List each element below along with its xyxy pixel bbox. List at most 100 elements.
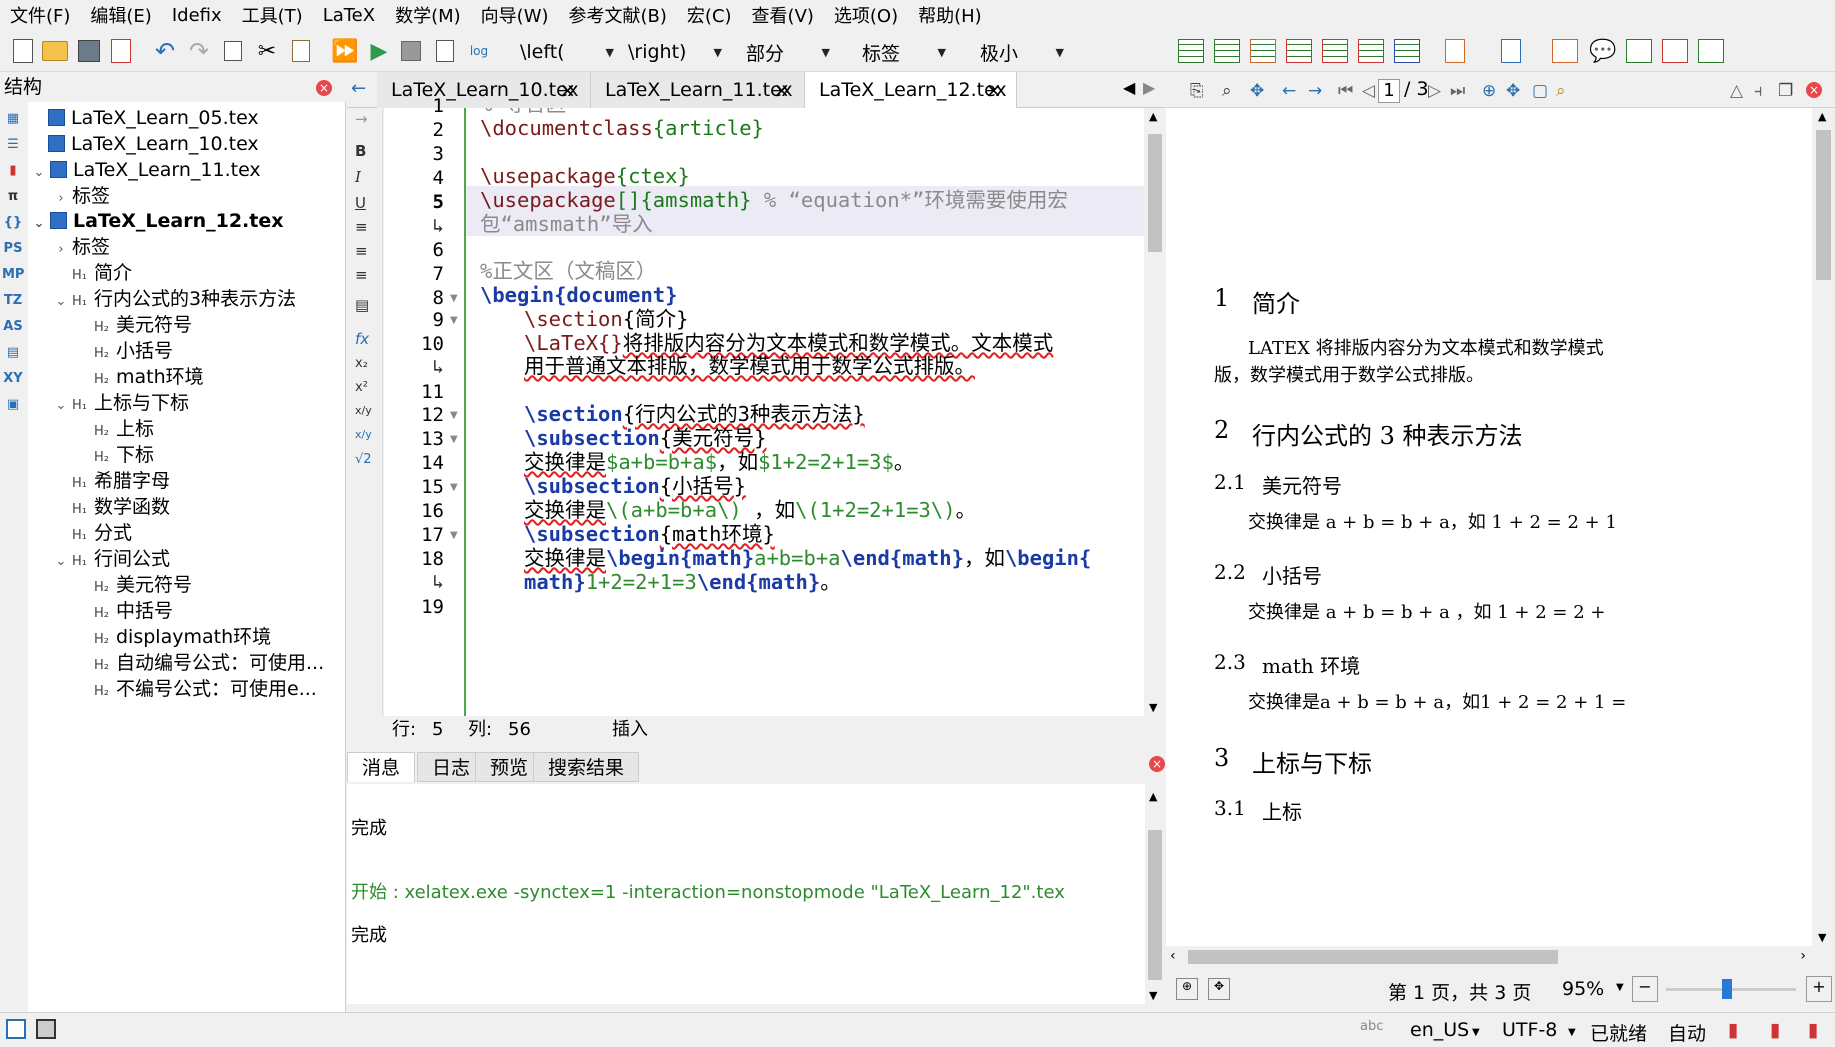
align-left-icon[interactable]: ≡ <box>355 218 368 236</box>
editor-scrollbar[interactable]: ▲ ▼ <box>1145 108 1165 716</box>
zoom-out-icon[interactable]: − <box>1632 976 1658 1002</box>
scrollbar-thumb[interactable] <box>1148 830 1162 980</box>
save-icon[interactable] <box>74 36 104 66</box>
bookmark-icon[interactable]: ▮ <box>1808 1019 1818 1041</box>
tree-file-item[interactable]: LaTeX_Learn_05.tex <box>48 105 259 131</box>
forward-arrow-icon[interactable]: → <box>355 110 368 128</box>
menu-tools[interactable]: 工具(T) <box>232 2 313 28</box>
tree-subsection[interactable]: H₂ 美元符号 <box>94 572 192 598</box>
tab-search-results[interactable]: 搜索结果 <box>533 752 640 782</box>
view-pdf-icon[interactable] <box>430 36 460 66</box>
collapse-icon[interactable]: △ <box>1730 81 1743 101</box>
zoom-icon[interactable]: ⊕ <box>1482 81 1496 101</box>
text-block-icon[interactable] <box>1696 36 1726 66</box>
pdf-vertical-scrollbar[interactable]: ▲ ▼ <box>1812 108 1835 946</box>
chevron-down-icon[interactable]: ⌄ <box>28 160 50 186</box>
scrollbar-thumb[interactable] <box>1816 130 1831 280</box>
fraction-icon[interactable]: x/y <box>355 404 372 417</box>
outline-icon[interactable]: ☰ <box>2 137 24 152</box>
tree-file-item[interactable]: ⌄ LaTeX_Learn_12.tex <box>28 208 284 234</box>
scroll-down-icon[interactable]: ▼ <box>1149 701 1157 714</box>
menu-bibliography[interactable]: 参考文献(B) <box>559 2 677 28</box>
zoom-level[interactable]: 95% <box>1562 978 1604 1000</box>
tree-file-item[interactable]: ⌄ LaTeX_Learn_11.tex <box>28 157 261 183</box>
align-right-icon[interactable]: ≡ <box>355 266 368 284</box>
window-icon[interactable]: ⫞ <box>1754 81 1763 101</box>
tree-subsection[interactable]: H₂ 上标 <box>94 416 154 442</box>
close-icon[interactable]: × <box>559 72 576 108</box>
prev-page-icon[interactable]: ◁ <box>1362 81 1375 101</box>
text-block-icon[interactable] <box>1550 36 1580 66</box>
right-delimiter-select[interactable]: \right) ▼ <box>620 38 726 66</box>
copy-icon[interactable] <box>218 36 248 66</box>
undo-icon[interactable]: ↶ <box>150 36 180 66</box>
table-icon[interactable] <box>1284 36 1314 66</box>
bookmark-icon[interactable]: ▮ <box>2 163 24 178</box>
fold-triangle-icon[interactable]: ▼ <box>450 482 458 493</box>
redo-icon[interactable]: ↷ <box>184 36 214 66</box>
document-icon[interactable] <box>1496 36 1526 66</box>
tree-section[interactable]: ⌄ H₁ 行内公式的3种表示方法 <box>50 286 297 312</box>
table-icon[interactable] <box>1176 36 1206 66</box>
compile-icon[interactable]: ▶ <box>364 36 394 66</box>
log-icon[interactable]: log <box>464 36 494 66</box>
restore-icon[interactable]: ❐ <box>1778 81 1793 101</box>
symbol-icon[interactable]: ▤ <box>2 345 24 360</box>
tz-icon[interactable]: TZ <box>2 293 24 308</box>
toggle-messages-icon[interactable] <box>36 1019 56 1039</box>
tree-label-group[interactable]: › 标签 <box>50 234 110 260</box>
text-block-icon[interactable] <box>1660 36 1690 66</box>
search-icon[interactable]: ⌕ <box>1222 81 1232 101</box>
tree-section[interactable]: H₁ 数学函数 <box>72 494 170 520</box>
fit-page-icon[interactable]: ▢ <box>1532 81 1548 101</box>
tab-file-active[interactable]: LaTeX_Learn_12.tex × <box>805 72 1017 108</box>
scroll-up-icon[interactable]: ▲ <box>1149 110 1157 123</box>
code-editor[interactable]: % 导言区 \documentclass{article} \usepackag… <box>464 108 1144 716</box>
comment-icon[interactable]: 💬 <box>1588 36 1618 66</box>
menu-edit[interactable]: 编辑(E) <box>80 2 161 28</box>
fold-triangle-icon[interactable]: ▼ <box>450 293 458 304</box>
tree-subsection[interactable]: H₂ 自动编号公式：可使用... <box>94 650 324 676</box>
fold-triangle-icon[interactable]: ▼ <box>450 410 458 421</box>
menu-math[interactable]: 数学(M) <box>385 2 471 28</box>
image-icon[interactable]: ▣ <box>2 397 24 412</box>
close-icon[interactable]: × <box>773 72 790 108</box>
menu-idefix[interactable]: Idefix <box>162 5 232 26</box>
superscript-icon[interactable]: x² <box>355 380 368 395</box>
scrollbar-thumb[interactable] <box>1148 134 1162 252</box>
bookmark-icon[interactable]: ▮ <box>1728 1019 1738 1041</box>
tree-subsection[interactable]: H₂ 中括号 <box>94 598 173 624</box>
scroll-left-icon[interactable]: ‹ <box>1170 948 1176 964</box>
mp-icon[interactable]: MP <box>2 267 24 282</box>
cut-icon[interactable]: ✂ <box>252 36 282 66</box>
tree-subsection[interactable]: H₂ 下标 <box>94 442 154 468</box>
next-page-icon[interactable]: ▷ <box>1428 81 1441 101</box>
table-icon[interactable] <box>1392 36 1422 66</box>
open-folder-icon[interactable] <box>40 36 70 66</box>
pi-icon[interactable]: π <box>2 189 24 204</box>
tree-section[interactable]: ⌄ H₁ 上标与下标 <box>50 390 189 416</box>
stop-icon[interactable] <box>396 36 426 66</box>
paste-icon[interactable] <box>286 36 316 66</box>
sqrt-icon[interactable]: √2 <box>355 452 372 467</box>
fit-icon[interactable]: ✥ <box>1506 81 1520 101</box>
scrollbar-thumb[interactable] <box>1188 950 1558 964</box>
table-icon[interactable] <box>1356 36 1386 66</box>
chevron-down-icon[interactable]: ⌄ <box>50 393 72 419</box>
underline-icon[interactable]: U <box>355 194 366 212</box>
document-icon[interactable] <box>1440 36 1470 66</box>
status-auto[interactable]: 自动 <box>1668 1019 1706 1046</box>
scroll-down-icon[interactable]: ▼ <box>1818 931 1826 944</box>
tree-file-item[interactable]: LaTeX_Learn_10.tex <box>48 131 259 157</box>
close-file-icon[interactable] <box>106 36 136 66</box>
tree-subsection[interactable]: H₂ 美元符号 <box>94 312 192 338</box>
text-block-icon[interactable] <box>1624 36 1654 66</box>
ps-icon[interactable]: PS <box>2 241 24 256</box>
table-icon[interactable] <box>1248 36 1278 66</box>
sync-source-icon[interactable]: ⊕ <box>1176 978 1198 1000</box>
pan-icon[interactable]: ✥ <box>1250 81 1264 101</box>
close-icon[interactable]: × <box>316 80 332 96</box>
tab-scroll-left-icon[interactable]: ◀ <box>1123 78 1135 97</box>
tree-label-group[interactable]: › 标签 <box>50 183 110 209</box>
as-icon[interactable]: AS <box>2 319 24 334</box>
